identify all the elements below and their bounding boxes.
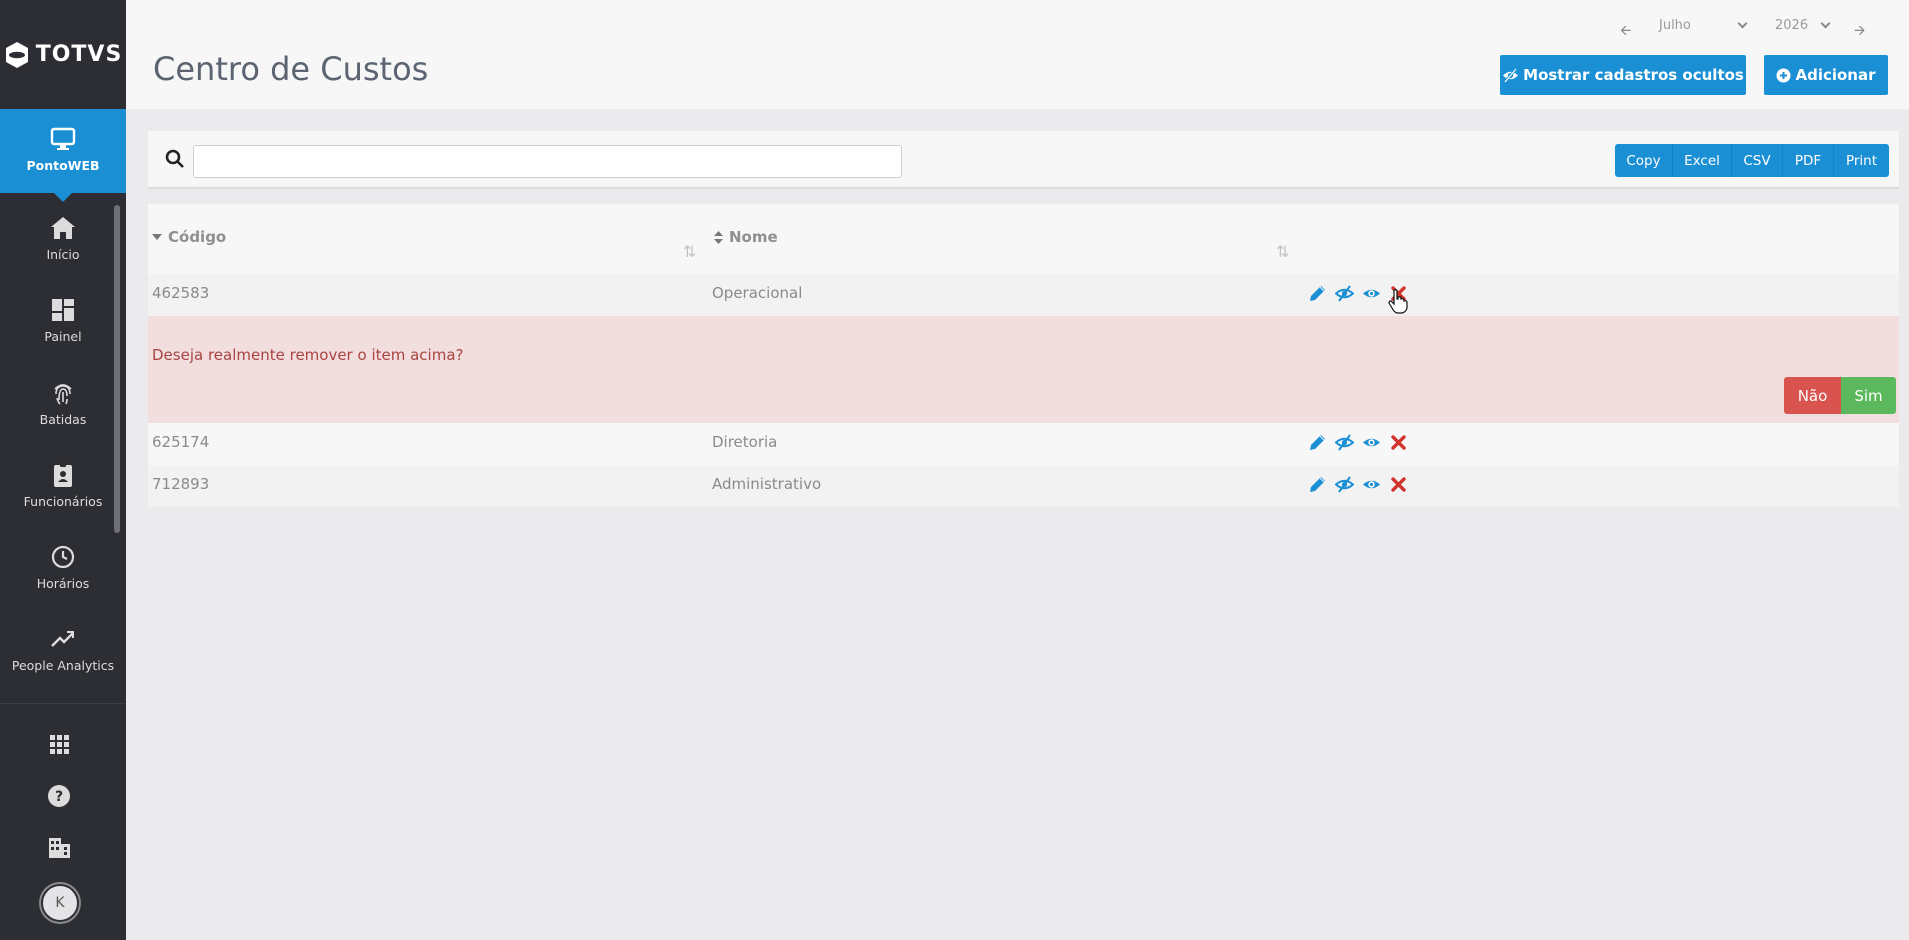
sidebar-item-label: Início [46, 247, 80, 262]
sidebar-item-label: People Analytics [11, 658, 115, 673]
column-label: Nome [729, 228, 778, 246]
sidebar-item-painel[interactable]: Painel [0, 297, 126, 344]
plus-circle-icon [1776, 68, 1791, 82]
sidebar-divider [0, 703, 126, 704]
sidebar-item-inicio[interactable]: Início [0, 215, 126, 262]
show-hidden-button[interactable]: Mostrar cadastros ocultos [1500, 55, 1746, 95]
hand-cursor-icon [1388, 289, 1408, 314]
confirm-no-button[interactable]: Não [1784, 377, 1841, 414]
chevron-down-icon [1820, 18, 1831, 29]
table-row: 462583 Operacional [148, 274, 1899, 316]
sort-desc-icon [152, 233, 162, 240]
sidebar-item-label: PontoWEB [26, 158, 100, 173]
cost-center-table: Código ⇅ Nome ⇅ 462583 Operacional Desej… [148, 204, 1899, 507]
sidebar-item-batidas[interactable]: Batidas [0, 380, 126, 427]
sidebar-item-label: Horários [36, 576, 90, 591]
chevron-down-icon [1737, 18, 1748, 29]
delete-icon[interactable] [1389, 433, 1408, 452]
eye-slash-icon[interactable] [1335, 475, 1354, 494]
eye-icon[interactable] [1362, 475, 1381, 494]
id-badge-icon [54, 463, 72, 487]
search-toolbar: Copy Excel CSV PDF Print [148, 131, 1899, 189]
clock-icon [51, 545, 75, 569]
confirm-yes-button[interactable]: Sim [1841, 377, 1896, 414]
export-button-group: Copy Excel CSV PDF Print [1615, 144, 1889, 177]
monitor-icon [50, 127, 76, 150]
cell-name: Operacional [712, 284, 803, 302]
column-header-nome[interactable]: Nome [714, 228, 778, 246]
cell-name: Administrativo [712, 475, 822, 493]
table-row: 625174 Diretoria [148, 423, 1899, 465]
page-header: Centro de Custos 🡨 Julho 2026 🡪 Mostrar … [126, 0, 1909, 109]
user-avatar[interactable]: K [41, 884, 79, 922]
eye-icon[interactable] [1362, 284, 1381, 303]
pencil-icon[interactable] [1308, 433, 1327, 452]
sidebar-scrollbar[interactable] [114, 205, 120, 533]
sidebar-item-label: Funcionários [23, 494, 103, 509]
cell-code: 712893 [152, 475, 210, 493]
pencil-icon[interactable] [1308, 284, 1327, 303]
month-select[interactable]: Julho [1659, 18, 1748, 33]
column-header-codigo[interactable]: Código [152, 228, 226, 246]
sort-alpha-icon[interactable]: ⇅ [1276, 242, 1289, 261]
cell-code: 625174 [152, 433, 210, 451]
year-value: 2026 [1775, 18, 1809, 33]
svg-text:?: ? [55, 789, 63, 805]
month-value: Julho [1659, 18, 1691, 33]
previous-period-icon[interactable]: 🡨 [1620, 20, 1631, 44]
csv-button[interactable]: CSV [1732, 144, 1783, 177]
sidebar-item-horarios[interactable]: Horários [0, 544, 126, 591]
eye-slash-icon[interactable] [1335, 433, 1354, 452]
cell-name: Diretoria [712, 433, 778, 451]
search-input[interactable] [193, 145, 902, 178]
dashboard-icon [52, 299, 74, 321]
column-label: Código [168, 228, 227, 246]
sidebar: TOTVS PontoWEB Início Painel Batidas Fun… [0, 0, 126, 940]
row-actions [1308, 433, 1408, 452]
building-icon[interactable] [45, 834, 73, 862]
fingerprint-icon [54, 384, 72, 405]
add-label: Adicionar [1795, 66, 1876, 84]
pdf-button[interactable]: PDF [1783, 144, 1834, 177]
apps-grid-icon[interactable] [45, 730, 73, 758]
show-hidden-label: Mostrar cadastros ocultos [1523, 66, 1744, 84]
eye-slash-icon[interactable] [1335, 284, 1354, 303]
pencil-icon[interactable] [1308, 475, 1327, 494]
delete-icon[interactable] [1389, 475, 1408, 494]
page-title: Centro de Custos [153, 50, 429, 88]
delete-confirmation: Deseja realmente remover o item acima? N… [148, 316, 1899, 423]
sidebar-item-pontoweb[interactable]: PontoWEB [0, 109, 126, 202]
next-period-icon[interactable]: 🡪 [1854, 20, 1865, 44]
search-icon [165, 149, 184, 168]
sidebar-item-label: Painel [44, 329, 82, 344]
sidebar-item-people-analytics[interactable]: People Analytics [0, 626, 126, 673]
sort-numeric-icon[interactable]: ⇅ [683, 242, 696, 261]
sort-icon [714, 230, 723, 244]
sidebar-item-funcionarios[interactable]: Funcionários [0, 462, 126, 509]
totvs-logo[interactable]: TOTVS [0, 0, 126, 109]
sidebar-item-label: Batidas [39, 412, 87, 427]
confirm-message: Deseja realmente remover o item acima? [152, 346, 464, 364]
cell-code: 462583 [152, 284, 210, 302]
eye-slash-icon [1503, 67, 1519, 83]
print-button[interactable]: Print [1834, 144, 1889, 177]
eye-icon[interactable] [1362, 433, 1381, 452]
row-actions [1308, 475, 1408, 494]
add-button[interactable]: Adicionar [1764, 55, 1888, 95]
home-icon [51, 217, 75, 239]
help-icon[interactable]: ? [45, 782, 73, 810]
brand-name: TOTVS [35, 42, 123, 67]
copy-button[interactable]: Copy [1615, 144, 1673, 177]
year-select[interactable]: 2026 [1775, 18, 1831, 33]
table-row: 712893 Administrativo [148, 465, 1899, 507]
trending-up-icon [51, 631, 74, 647]
totvs-logo-icon [5, 41, 28, 68]
excel-button[interactable]: Excel [1673, 144, 1732, 177]
